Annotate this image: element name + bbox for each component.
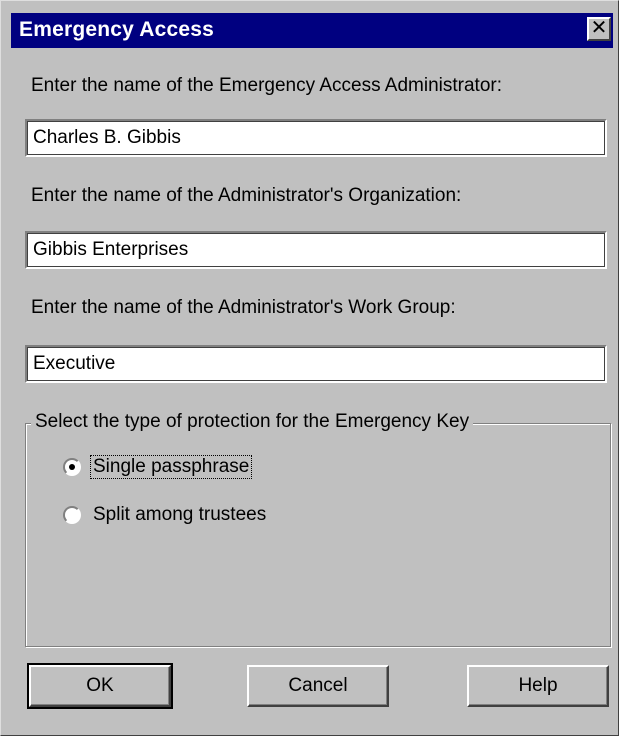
title-bar[interactable]: Emergency Access ✕ [11,13,613,48]
protection-group-legend: Select the type of protection for the Em… [31,411,474,433]
radio-single-passphrase[interactable]: Single passphrase [63,453,253,481]
radio-button[interactable] [63,506,81,524]
emergency-access-dialog: Emergency Access ✕ Enter the name of the… [0,0,619,736]
admin-name-field[interactable]: Charles B. Gibbis [25,119,607,157]
organization-field[interactable]: Gibbis Enterprises [25,231,607,269]
radio-label-single-passphrase: Single passphrase [89,455,253,479]
help-button[interactable]: Help [467,665,609,707]
close-button[interactable]: ✕ [587,17,611,41]
close-icon: ✕ [590,17,608,39]
window-title: Emergency Access [19,18,215,41]
organization-label: Enter the name of the Administrator's Or… [31,185,462,206]
radio-label-split-among-trustees: Split among trustees [93,504,267,525]
radio-split-among-trustees[interactable]: Split among trustees [63,501,268,529]
ok-button[interactable]: OK [27,663,173,709]
work-group-label: Enter the name of the Administrator's Wo… [31,297,456,318]
work-group-field[interactable]: Executive [25,345,607,383]
cancel-button[interactable]: Cancel [247,665,389,707]
admin-name-label: Enter the name of the Emergency Access A… [31,75,503,96]
radio-button-selected[interactable] [63,458,81,476]
